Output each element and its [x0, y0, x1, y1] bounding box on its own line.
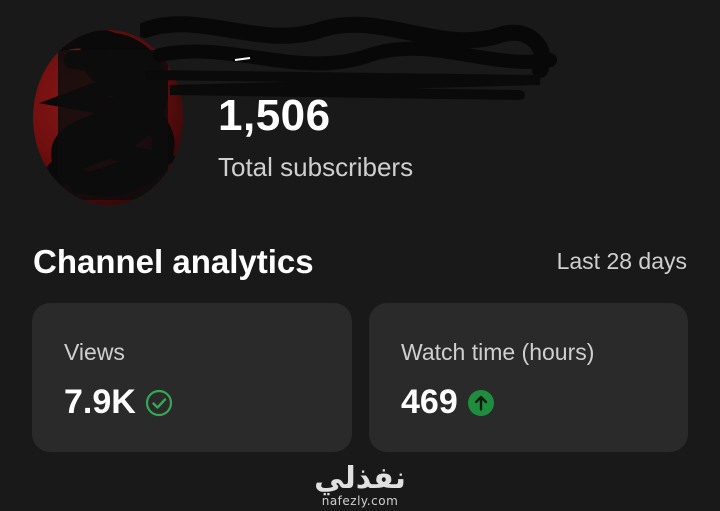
- watch-time-label: Watch time (hours): [401, 339, 595, 365]
- subscriber-count: 1,506: [218, 91, 331, 140]
- watermark-arabic: نفذلي: [314, 461, 406, 496]
- section-title: Channel analytics: [33, 243, 314, 280]
- views-card[interactable]: Views 7.9K: [32, 303, 352, 452]
- views-value: 7.9K: [64, 383, 136, 421]
- date-range-label[interactable]: Last 28 days: [557, 248, 687, 275]
- watch-time-card[interactable]: Watch time (hours) 469: [369, 303, 688, 452]
- check-circle-icon: [144, 388, 174, 418]
- watermark: نفذلي nafezly.com: [0, 461, 720, 509]
- channel-dashboard: 1,506 Total subscribers Channel analytic…: [0, 0, 720, 511]
- subscriber-label: Total subscribers: [218, 152, 414, 182]
- channel-name-redaction: [140, 16, 557, 100]
- watch-time-value-row: 469: [401, 383, 496, 422]
- watermark-url: nafezly.com: [321, 494, 399, 508]
- arrow-up-circle-icon: [466, 388, 496, 418]
- views-label: Views: [64, 339, 125, 365]
- views-value-row: 7.9K: [64, 383, 174, 422]
- watch-time-value: 469: [401, 383, 458, 421]
